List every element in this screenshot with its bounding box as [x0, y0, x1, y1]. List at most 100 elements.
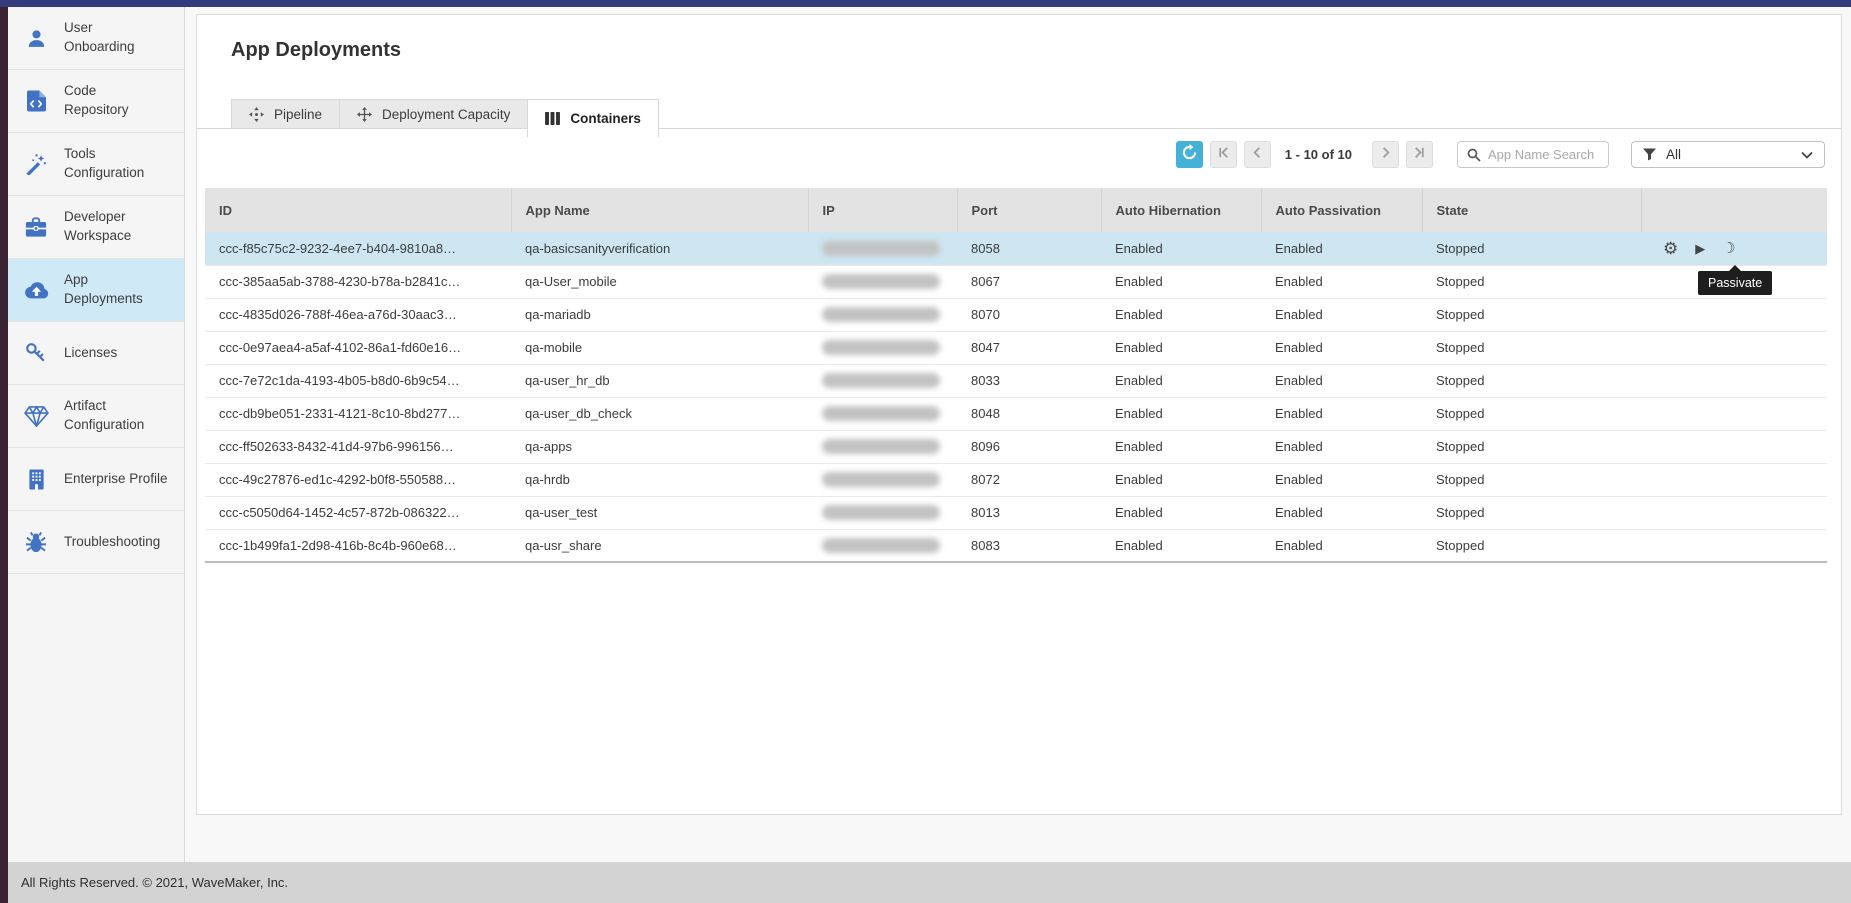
table-toolbar: 1 - 10 of 10 All — [1176, 141, 1825, 168]
column-header-state: State — [1422, 188, 1641, 232]
app-name-search-box — [1457, 141, 1609, 168]
sidebar-item-app-deployments[interactable]: App Deployments — [8, 259, 184, 322]
magic-wand-icon — [23, 153, 49, 175]
key-icon — [23, 342, 49, 364]
cell-app-name: qa-user_hr_db — [511, 364, 808, 397]
cell-auto-passivation: Enabled — [1261, 463, 1422, 496]
refresh-button[interactable] — [1176, 141, 1203, 168]
last-page-icon — [1412, 145, 1427, 165]
cell-app-name: qa-mariadb — [511, 298, 808, 331]
cell-id: ccc-db9be051-2331-4121-8c10-8bd277… — [205, 397, 511, 430]
footer: All Rights Reserved. © 2021, WaveMaker, … — [8, 862, 1851, 903]
cell-ip — [808, 331, 957, 364]
table-row[interactable]: ccc-7e72c1da-4193-4b05-b8d0-6b9c54…qa-us… — [205, 364, 1827, 397]
cell-actions — [1641, 397, 1827, 430]
cell-port: 8096 — [957, 430, 1101, 463]
redacted-ip-value — [822, 373, 940, 388]
cell-auto-passivation: Enabled — [1261, 496, 1422, 529]
table-row[interactable]: ccc-0e97aea4-a5af-4102-86a1-fd60e16…qa-m… — [205, 331, 1827, 364]
cell-ip — [808, 463, 957, 496]
sidebar-item-label: Enterprise Profile — [64, 470, 168, 489]
cell-state: Stopped — [1422, 331, 1641, 364]
sidebar-item-label: Tools Configuration — [64, 145, 144, 183]
last-page-button[interactable] — [1406, 141, 1433, 168]
state-filter-select[interactable]: All — [1631, 141, 1825, 168]
pipeline-icon — [249, 107, 264, 122]
cell-auto-passivation: Enabled — [1261, 529, 1422, 562]
first-page-button[interactable] — [1210, 141, 1237, 168]
cell-state: Stopped — [1422, 430, 1641, 463]
table-row[interactable]: ccc-1b499fa1-2d98-416b-8c4b-960e68…qa-us… — [205, 529, 1827, 562]
cell-port: 8048 — [957, 397, 1101, 430]
column-header-actions — [1641, 188, 1827, 232]
tab-pipeline[interactable]: Pipeline — [231, 99, 339, 129]
pagination-range: 1 - 10 of 10 — [1285, 147, 1352, 162]
cloud-upload-icon — [23, 281, 49, 299]
previous-page-button[interactable] — [1244, 141, 1271, 168]
cell-ip — [808, 496, 957, 529]
table-row[interactable]: ccc-49c27876-ed1c-4292-b0f8-550588…qa-hr… — [205, 463, 1827, 496]
table-row[interactable]: ccc-c5050d64-1452-4c57-872b-086322…qa-us… — [205, 496, 1827, 529]
gear-icon[interactable]: ⚙ — [1663, 240, 1678, 257]
cell-auto-hibernation: Enabled — [1101, 232, 1261, 265]
table-row[interactable]: ccc-ff502633-8432-41d4-97b6-996156…qa-ap… — [205, 430, 1827, 463]
cell-app-name: qa-basicsanityverification — [511, 232, 808, 265]
cell-state: Stopped — [1422, 364, 1641, 397]
sidebar-item-label: Developer Workspace — [64, 208, 131, 246]
sidebar-item-label: Artifact Configuration — [64, 397, 144, 435]
cell-id: ccc-0e97aea4-a5af-4102-86a1-fd60e16… — [205, 331, 511, 364]
sidebar-item-tools-configuration[interactable]: Tools Configuration — [8, 133, 184, 196]
table-row[interactable]: ccc-385aa5ab-3788-4230-b78a-b2841c…qa-Us… — [205, 265, 1827, 298]
cell-auto-hibernation: Enabled — [1101, 529, 1261, 562]
cell-id: ccc-49c27876-ed1c-4292-b0f8-550588… — [205, 463, 511, 496]
table-row[interactable]: ccc-f85c75c2-9232-4ee7-b404-9810a8…qa-ba… — [205, 232, 1827, 265]
tab-containers[interactable]: Containers — [527, 99, 659, 137]
building-icon — [23, 469, 49, 490]
sidebar-item-licenses[interactable]: Licenses — [8, 322, 184, 385]
cell-ip — [808, 430, 957, 463]
search-input[interactable] — [1488, 147, 1599, 162]
table-row[interactable]: ccc-db9be051-2331-4121-8c10-8bd277…qa-us… — [205, 397, 1827, 430]
tab-deployment-capacity[interactable]: Deployment Capacity — [339, 99, 527, 129]
sidebar-item-label: Code Repository — [64, 82, 129, 120]
first-page-icon — [1216, 145, 1231, 165]
moon-icon[interactable]: ☾ — [1722, 241, 1735, 256]
cell-actions: ⚙▶☾Passivate — [1641, 232, 1827, 265]
column-header-auto-hibernation: Auto Hibernation — [1101, 188, 1261, 232]
sidebar-item-code-repository[interactable]: Code Repository — [8, 70, 184, 133]
cell-auto-passivation: Enabled — [1261, 331, 1422, 364]
redacted-ip-value — [822, 472, 940, 487]
column-header-app-name: App Name — [511, 188, 808, 232]
tab-label: Containers — [570, 111, 641, 126]
table-row[interactable]: ccc-4835d026-788f-46ea-a76d-30aac3…qa-ma… — [205, 298, 1827, 331]
cell-auto-hibernation: Enabled — [1101, 364, 1261, 397]
play-icon[interactable]: ▶ — [1695, 242, 1705, 255]
columns-icon — [545, 112, 560, 125]
redacted-ip-value — [822, 439, 940, 454]
main-panel: App Deployments PipelineDeployment Capac… — [196, 14, 1842, 815]
filter-value: All — [1666, 147, 1681, 162]
cell-ip — [808, 265, 957, 298]
redacted-ip-value — [822, 340, 940, 355]
user-icon — [23, 28, 49, 49]
cell-port: 8047 — [957, 331, 1101, 364]
cell-port: 8072 — [957, 463, 1101, 496]
cell-state: Stopped — [1422, 265, 1641, 298]
cell-id: ccc-c5050d64-1452-4c57-872b-086322… — [205, 496, 511, 529]
sidebar-item-troubleshooting[interactable]: Troubleshooting — [8, 511, 184, 574]
cell-auto-hibernation: Enabled — [1101, 298, 1261, 331]
sidebar-item-user-onboarding[interactable]: User Onboarding — [8, 7, 184, 70]
sidebar-item-enterprise-profile[interactable]: Enterprise Profile — [8, 448, 184, 511]
passivate-tooltip: Passivate — [1698, 271, 1772, 295]
cell-app-name: qa-apps — [511, 430, 808, 463]
cell-id: ccc-4835d026-788f-46ea-a76d-30aac3… — [205, 298, 511, 331]
cell-state: Stopped — [1422, 298, 1641, 331]
cell-auto-passivation: Enabled — [1261, 232, 1422, 265]
table-header-row: IDApp NameIPPortAuto HibernationAuto Pas… — [205, 188, 1827, 232]
sidebar-item-developer-workspace[interactable]: Developer Workspace — [8, 196, 184, 259]
redacted-ip-value — [822, 307, 940, 322]
sidebar-item-artifact-configuration[interactable]: Artifact Configuration — [8, 385, 184, 448]
next-page-button[interactable] — [1372, 141, 1399, 168]
row-actions: ⚙ ▶ ☾ — [1655, 240, 1813, 257]
tab-label: Deployment Capacity — [382, 107, 510, 122]
